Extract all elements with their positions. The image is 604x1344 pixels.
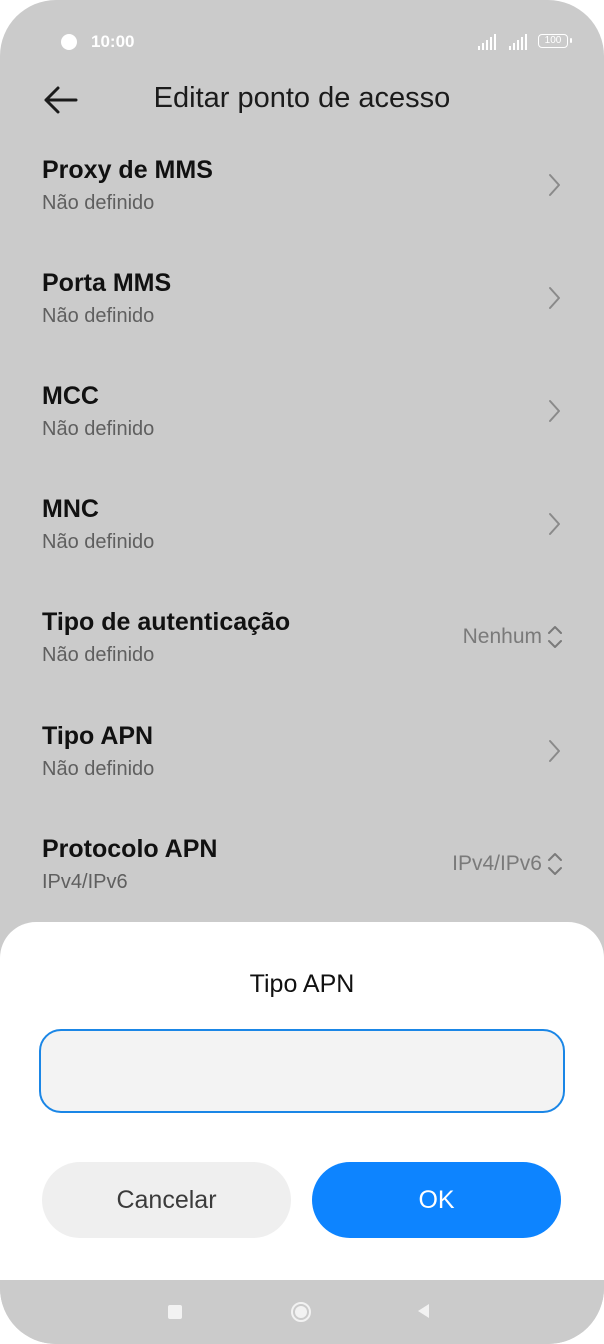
setting-value: Não definido [42,644,155,666]
chevron-right-icon [549,287,560,309]
phone-screen: 10:00 100 Editar ponto de acesso Proxy d… [0,0,604,1344]
setting-label: MNC [42,495,99,523]
app-header: Editar ponto de acesso [0,70,604,130]
setting-value: Não definido [42,758,155,780]
camera-cutout [61,34,77,50]
setting-label: Protocolo APN [42,835,218,863]
setting-label: Porta MMS [42,269,172,297]
home-icon[interactable] [290,1301,312,1323]
setting-porta-mms[interactable]: Porta MMS Não definido [0,269,604,382]
setting-value: Não definido [42,192,155,214]
battery-icon: 100 [538,34,572,48]
setting-label: Proxy de MMS [42,156,213,184]
setting-value: Não definido [42,531,155,553]
navigation-bar [0,1280,604,1344]
battery-level: 100 [544,35,562,46]
setting-tipo-autenticacao[interactable]: Tipo de autenticação Não definido Nenhum [0,608,604,721]
setting-value: IPv4/IPv6 [42,871,128,893]
page-title: Editar ponto de acesso [153,82,451,114]
setting-proxy-mms[interactable]: Proxy de MMS Não definido [0,156,604,269]
chevron-right-icon [549,513,560,535]
arrow-left-icon[interactable] [38,82,82,118]
chevron-right-icon [549,400,560,422]
signal-icon [478,34,500,50]
setting-label: Tipo APN [42,722,154,750]
chevron-up-down-icon [548,626,562,648]
dialog-title: Tipo APN [249,970,355,998]
ok-button[interactable]: OK [312,1162,561,1238]
back-triangle-icon[interactable] [415,1302,431,1320]
chevron-up-down-icon [548,853,562,875]
status-time: 10:00 [91,32,135,51]
cancel-button[interactable]: Cancelar [42,1162,291,1238]
setting-value: Não definido [42,418,155,440]
setting-mnc[interactable]: MNC Não definido [0,495,604,608]
recents-icon[interactable] [168,1305,182,1319]
apn-type-dialog: Tipo APN Cancelar OK [0,922,604,1282]
chevron-right-icon [549,740,560,762]
dropdown-selected-value: Nenhum [462,625,542,648]
setting-label: Tipo de autenticação [42,608,291,636]
signal-icon-2 [509,34,531,50]
apn-type-input[interactable] [39,1029,565,1113]
setting-tipo-apn[interactable]: Tipo APN Não definido [0,722,604,835]
dropdown-selected-value: IPv4/IPv6 [452,852,542,875]
setting-mcc[interactable]: MCC Não definido [0,382,604,495]
setting-value: Não definido [42,305,155,327]
setting-label: MCC [42,382,99,410]
chevron-right-icon [549,174,560,196]
